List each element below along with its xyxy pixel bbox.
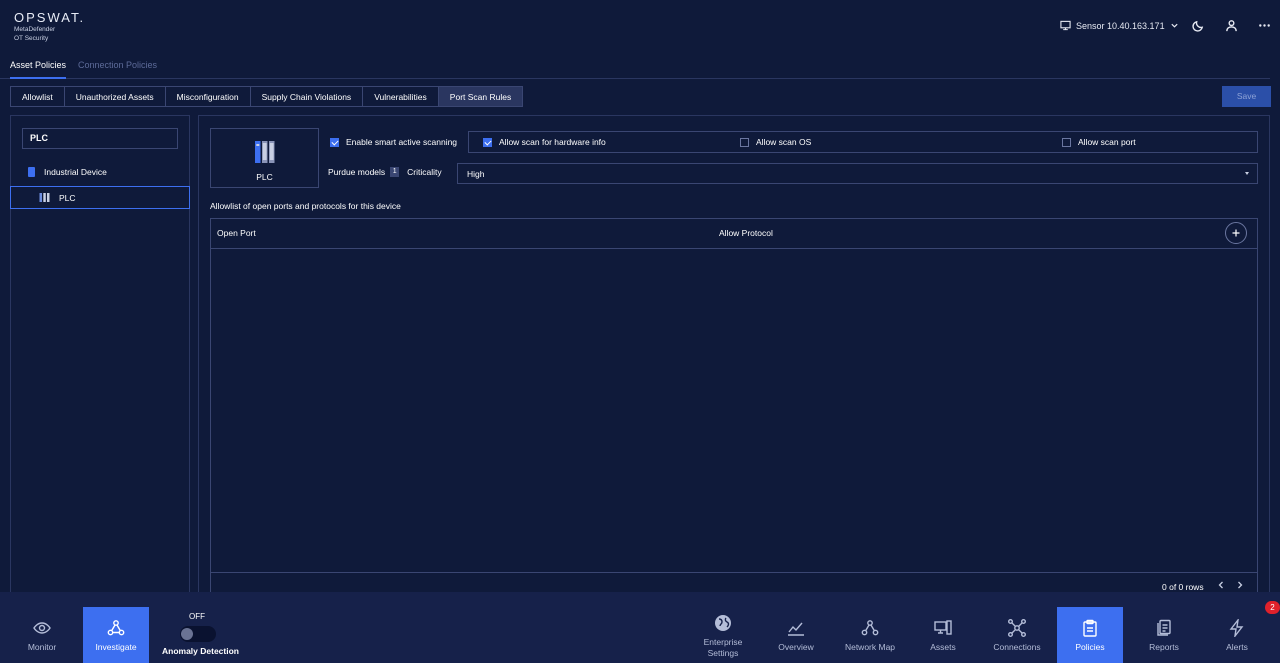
device-search-input[interactable]: PLC (22, 128, 178, 149)
checkbox-unchecked[interactable] (740, 137, 749, 147)
logo-title: OPSWAT. (14, 10, 86, 25)
add-row-button[interactable] (1225, 222, 1247, 244)
more-icon[interactable] (1257, 18, 1271, 32)
nav-network-map[interactable]: Network Map (837, 607, 903, 663)
rows-info: 0 of 0 rows (1162, 582, 1204, 592)
lightning-icon (1229, 619, 1244, 637)
sensor-label: Sensor 10.40.163.171 (1076, 20, 1165, 31)
purdue-criticality-row: Purdue models 1 Criticality (328, 167, 442, 177)
subtab-port-scan-rules[interactable]: Port Scan Rules (437, 86, 524, 107)
anomaly-toggle-state: OFF (189, 612, 205, 621)
plus-icon (1232, 229, 1240, 237)
checkbox-unchecked[interactable] (1062, 137, 1071, 147)
column-allow-protocol: Allow Protocol (719, 228, 773, 238)
nav-label: Network Map (844, 642, 896, 652)
tree-item-industrial-device[interactable]: Industrial Device (28, 167, 107, 177)
sub-tabs: Allowlist Unauthorized Assets Misconfigu… (10, 86, 524, 108)
nav-label: Alerts (1226, 642, 1248, 652)
enable-smart-scan-checkbox[interactable]: Enable smart active scanning (330, 137, 457, 147)
logo-subtitle-1: MetaDefender (14, 26, 56, 33)
nav-label: Settings (707, 648, 739, 658)
opswat-logo[interactable]: OPSWAT. MetaDefender OT Security (14, 10, 85, 43)
allow-scan-os-label: Allow scan OS (756, 137, 812, 147)
subtab-supply-chain-violations[interactable]: Supply Chain Violations (249, 86, 364, 107)
allow-hardware-scan-label: Allow scan for hardware info (499, 137, 606, 147)
policy-tabs: Asset Policies Connection Policies (0, 60, 1270, 79)
chart-line-icon (788, 622, 804, 636)
nav-label: Investigate (95, 642, 137, 652)
tab-asset-policies[interactable]: Asset Policies (10, 60, 67, 79)
nav-investigate[interactable]: Investigate (83, 607, 149, 663)
criticality-label: Criticality (407, 167, 442, 177)
caret-down-icon (1245, 172, 1249, 175)
table-footer-divider (211, 572, 1257, 573)
nav-connections[interactable]: Connections (984, 607, 1050, 663)
clipboard-icon (1083, 619, 1097, 637)
device-card-label: PLC (256, 172, 273, 182)
nav-assets[interactable]: Assets (910, 607, 976, 663)
nav-monitor[interactable]: Monitor (9, 607, 75, 663)
alerts-count-badge: 2 (1265, 601, 1280, 614)
nav-label: Policies (1075, 642, 1105, 652)
toggle-knob (181, 628, 193, 640)
logo-subtitle-2: OT Security (14, 35, 49, 42)
criticality-value: High (467, 169, 485, 179)
allow-hardware-scan-checkbox[interactable]: Allow scan for hardware info (483, 137, 606, 147)
network-icon (861, 620, 879, 636)
nav-label: Monitor (27, 642, 57, 652)
ports-table (210, 218, 1258, 594)
allow-scan-os-checkbox[interactable]: Allow scan OS (740, 137, 811, 147)
tree-item-label: PLC (59, 192, 76, 203)
tree-item-plc[interactable]: PLC (10, 186, 190, 209)
allow-scan-port-label: Allow scan port (1078, 137, 1136, 147)
user-icon[interactable] (1224, 18, 1238, 32)
investigate-icon (107, 620, 125, 636)
nav-label: Enterprise (703, 637, 743, 647)
eye-icon (33, 622, 51, 634)
subtab-allowlist[interactable]: Allowlist (10, 86, 65, 107)
globe-icon (715, 615, 731, 631)
nav-label: Reports (1149, 642, 1179, 652)
save-button[interactable]: Save (1222, 86, 1271, 107)
purdue-badge: 1 (390, 167, 400, 177)
enable-smart-scan-label: Enable smart active scanning (346, 137, 458, 147)
industrial-device-icon (28, 167, 35, 177)
dark-mode-icon[interactable] (1191, 18, 1205, 32)
plc-icon (39, 193, 50, 202)
criticality-select[interactable]: High (457, 163, 1258, 184)
devices-icon (934, 620, 952, 635)
purdue-label: Purdue models (328, 167, 386, 177)
nav-label: Assets (930, 642, 956, 652)
subtab-unauthorized-assets[interactable]: Unauthorized Assets (63, 86, 166, 107)
nav-alerts[interactable]: Alerts (1204, 607, 1270, 663)
subtab-vulnerabilities[interactable]: Vulnerabilities (362, 86, 439, 107)
nav-label: Connections (993, 642, 1041, 652)
nav-policies[interactable]: Policies (1057, 607, 1123, 663)
sensor-selector[interactable]: Sensor 10.40.163.171 (1060, 20, 1179, 31)
allow-scan-port-checkbox[interactable]: Allow scan port (1062, 137, 1136, 147)
column-open-port: Open Port (217, 228, 256, 238)
nav-reports[interactable]: Reports (1131, 607, 1197, 663)
tab-connection-policies[interactable]: Connection Policies (78, 60, 157, 79)
plc-device-icon (255, 140, 275, 166)
connections-icon (1008, 619, 1026, 637)
nav-label: Overview (778, 642, 814, 652)
subtab-misconfiguration[interactable]: Misconfiguration (164, 86, 251, 107)
chevron-down-icon (1170, 23, 1178, 28)
anomaly-detection-label: Anomaly Detection (162, 646, 239, 656)
checkbox-checked[interactable] (330, 137, 339, 147)
nav-overview[interactable]: Overview (763, 607, 829, 663)
nav-enterprise-settings[interactable]: Enterprise Settings (690, 607, 756, 663)
checkbox-checked[interactable] (483, 137, 492, 147)
allowlist-caption: Allowlist of open ports and protocols fo… (210, 201, 401, 211)
reports-icon (1157, 619, 1171, 636)
tree-item-label: Industrial Device (44, 167, 107, 177)
monitor-icon (1060, 20, 1071, 31)
